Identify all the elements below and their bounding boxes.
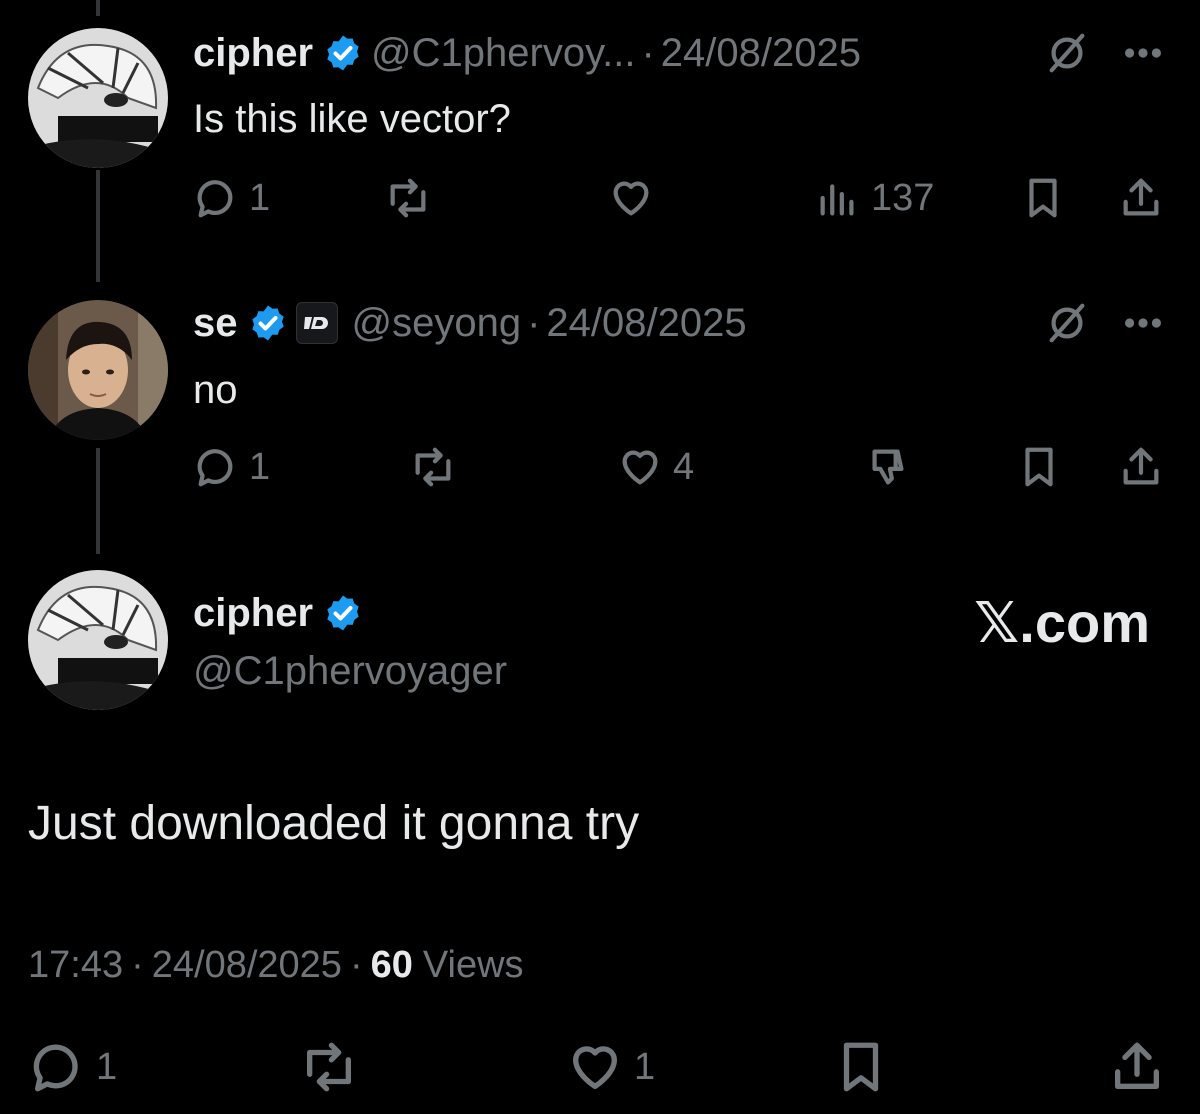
reply2-reply-button[interactable]: 1 bbox=[193, 444, 270, 490]
main-display-name[interactable]: cipher bbox=[193, 589, 313, 637]
reply2-share-button[interactable] bbox=[1118, 444, 1164, 495]
reply1-date[interactable]: 24/08/2025 bbox=[661, 29, 861, 77]
main-time[interactable]: 17:43 bbox=[28, 941, 123, 989]
verified-badge-icon bbox=[327, 595, 359, 631]
reply2-more-button[interactable] bbox=[1120, 300, 1166, 351]
verified-badge-icon bbox=[251, 305, 284, 341]
main-date[interactable]: 24/08/2025 bbox=[152, 941, 342, 989]
reply2-grok-button[interactable] bbox=[1044, 300, 1090, 351]
share-icon bbox=[1123, 447, 1159, 485]
reply1-reply-button[interactable]: 1 bbox=[193, 175, 270, 221]
main-like-count: 1 bbox=[634, 1045, 656, 1088]
reply2-display-name[interactable]: se bbox=[193, 299, 238, 347]
reply-icon bbox=[197, 180, 233, 218]
more-icon bbox=[1124, 318, 1162, 328]
avatar-cipher-main[interactable] bbox=[28, 570, 168, 710]
main-reply-button[interactable]: 1 bbox=[28, 1038, 117, 1096]
affiliation-badge-icon[interactable] bbox=[295, 302, 338, 344]
reply1-repost-button[interactable] bbox=[385, 175, 431, 221]
reply2-header: se @seyong · 24/08/2025 bbox=[193, 299, 747, 347]
grok-icon bbox=[1049, 33, 1085, 73]
bookmark-icon bbox=[1029, 178, 1057, 218]
bookmark-icon bbox=[843, 1042, 879, 1092]
avatar-se[interactable] bbox=[28, 300, 168, 440]
reply2-repost-button[interactable] bbox=[410, 444, 456, 490]
avatar-image bbox=[28, 300, 168, 440]
main-header: cipher bbox=[193, 589, 371, 637]
main-text: Just downloaded it gonna try bbox=[28, 797, 640, 850]
thread-line-1 bbox=[96, 170, 100, 282]
reply1-grok-button[interactable] bbox=[1044, 30, 1090, 81]
reply1-text: Is this like vector? bbox=[193, 97, 511, 141]
reply1-reply-count: 1 bbox=[249, 176, 271, 219]
thread-line-top bbox=[96, 0, 100, 16]
like-icon bbox=[573, 1046, 617, 1089]
main-meta: 17:43 · 24/08/2025 · 60 Views bbox=[28, 941, 524, 989]
reply2-date[interactable]: 24/08/2025 bbox=[546, 299, 746, 347]
reply1-views-button[interactable]: 137 bbox=[815, 175, 934, 221]
reply2-reply-count: 1 bbox=[249, 445, 271, 488]
main-handle[interactable]: @C1phervoyager bbox=[193, 647, 507, 695]
main-like-button[interactable]: 1 bbox=[566, 1038, 655, 1096]
repost-icon bbox=[415, 447, 451, 487]
reply2-handle[interactable]: @seyong bbox=[352, 299, 522, 347]
reply1-more-button[interactable] bbox=[1120, 30, 1166, 81]
views-icon bbox=[820, 184, 854, 216]
affiliation-logo-icon bbox=[303, 317, 328, 329]
reply2-bookmark-button[interactable] bbox=[1016, 444, 1062, 495]
brand-watermark: 𝕏.com bbox=[974, 591, 1150, 654]
repost-icon bbox=[307, 1042, 351, 1092]
avatar-image bbox=[28, 28, 168, 168]
main-views-label: Views bbox=[422, 944, 524, 986]
reply-icon bbox=[197, 449, 233, 487]
repost-icon bbox=[390, 178, 426, 218]
thread-line-2 bbox=[96, 448, 100, 554]
main-share-button[interactable] bbox=[1108, 1038, 1166, 1106]
share-icon bbox=[1115, 1042, 1159, 1089]
reply1-view-count: 137 bbox=[871, 176, 935, 219]
like-icon bbox=[622, 450, 658, 485]
avatar-cipher[interactable] bbox=[28, 28, 168, 168]
reply1-display-name[interactable]: cipher bbox=[193, 29, 313, 77]
main-separator-2: · bbox=[349, 944, 363, 986]
main-reply-count: 1 bbox=[96, 1045, 118, 1088]
reply1-header: cipher @C1phervoy... · 24/08/2025 bbox=[193, 29, 861, 77]
main-separator-1: · bbox=[131, 944, 144, 986]
reply2-like-count: 4 bbox=[673, 445, 695, 488]
like-icon bbox=[613, 181, 649, 216]
reply-icon bbox=[33, 1044, 78, 1092]
share-icon bbox=[1123, 178, 1159, 216]
grok-icon bbox=[1049, 303, 1085, 343]
reply1-handle[interactable]: @C1phervoy... bbox=[371, 29, 635, 77]
reply2-like-button[interactable]: 4 bbox=[617, 444, 694, 490]
more-icon bbox=[1124, 48, 1162, 58]
reply1-share-button[interactable] bbox=[1118, 175, 1164, 226]
verified-badge-icon bbox=[327, 35, 359, 71]
reply1-separator: · bbox=[641, 31, 655, 75]
reply2-separator: · bbox=[527, 301, 541, 345]
reply1-like-button[interactable] bbox=[608, 175, 654, 221]
main-views-count: 60 bbox=[370, 944, 413, 986]
bookmark-icon bbox=[1025, 447, 1053, 487]
dislike-icon bbox=[872, 449, 904, 485]
main-repost-button[interactable] bbox=[300, 1038, 358, 1096]
reply1-bookmark-button[interactable] bbox=[1020, 175, 1066, 226]
main-bookmark-button[interactable] bbox=[832, 1038, 890, 1106]
reply2-text: no bbox=[193, 368, 238, 412]
reply2-dislike-button[interactable] bbox=[865, 444, 911, 495]
avatar-image bbox=[28, 570, 168, 710]
